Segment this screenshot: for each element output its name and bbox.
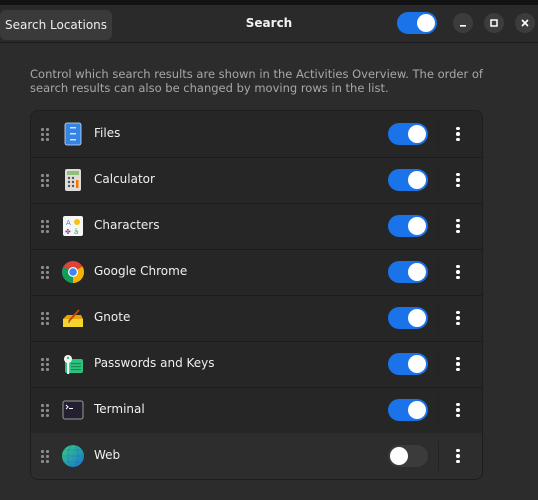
provider-label: Files <box>94 126 121 140</box>
drag-handle-icon[interactable] <box>41 404 51 418</box>
toggle-knob <box>408 355 426 373</box>
drag-handle-icon[interactable] <box>41 358 51 372</box>
vertical-dots-icon <box>456 126 460 142</box>
vertical-dots-icon <box>456 448 460 464</box>
provider-label: Calculator <box>94 172 155 186</box>
svg-text:A: A <box>66 219 71 227</box>
search-master-toggle[interactable] <box>397 12 437 34</box>
drag-handle-icon[interactable] <box>41 266 51 280</box>
drag-handle-icon[interactable] <box>41 450 51 464</box>
more-options-button[interactable] <box>451 446 465 466</box>
minimize-icon <box>460 25 466 27</box>
separator <box>438 211 439 241</box>
provider-toggle[interactable] <box>388 307 428 329</box>
list-item[interactable]: Calculator <box>31 157 482 204</box>
more-options-button[interactable] <box>451 400 465 420</box>
more-options-button[interactable] <box>451 308 465 328</box>
toggle-knob <box>408 263 426 281</box>
drag-handle-icon[interactable] <box>41 174 51 188</box>
passwords-keys-icon <box>61 352 85 376</box>
drag-handle-icon[interactable] <box>41 220 51 234</box>
toggle-knob <box>408 171 426 189</box>
provider-toggle[interactable] <box>388 445 428 467</box>
vertical-dots-icon <box>456 172 460 188</box>
search-providers-list: Files Calculator A ✤ ä Characters Google Chrom… <box>30 110 483 480</box>
provider-label: Terminal <box>94 402 145 416</box>
separator <box>438 257 439 287</box>
files-icon <box>61 122 85 146</box>
list-item[interactable]: Web <box>31 433 482 479</box>
gnote-icon <box>61 306 85 330</box>
vertical-dots-icon <box>456 310 460 326</box>
provider-label: Passwords and Keys <box>94 356 215 370</box>
provider-toggle[interactable] <box>388 123 428 145</box>
separator <box>438 303 439 333</box>
provider-toggle[interactable] <box>388 261 428 283</box>
terminal-icon <box>61 398 85 422</box>
minimize-button[interactable] <box>453 13 473 33</box>
provider-label: Google Chrome <box>94 264 188 278</box>
provider-toggle[interactable] <box>388 399 428 421</box>
close-icon <box>521 19 529 27</box>
vertical-dots-icon <box>456 356 460 372</box>
list-item[interactable]: Google Chrome <box>31 249 482 296</box>
toggle-knob <box>390 447 408 465</box>
vertical-dots-icon <box>456 218 460 234</box>
list-item[interactable]: Files <box>31 111 482 158</box>
provider-label: Web <box>94 448 121 462</box>
more-options-button[interactable] <box>451 262 465 282</box>
separator <box>438 165 439 195</box>
drag-handle-icon[interactable] <box>41 312 51 326</box>
svg-text:ä: ä <box>74 228 78 236</box>
toggle-knob <box>408 217 426 235</box>
toggle-knob <box>408 309 426 327</box>
web-icon <box>61 444 85 468</box>
separator <box>438 349 439 379</box>
toggle-knob <box>408 125 426 143</box>
more-options-button[interactable] <box>451 354 465 374</box>
separator <box>438 395 439 425</box>
more-options-button[interactable] <box>451 170 465 190</box>
more-options-button[interactable] <box>451 124 465 144</box>
list-item[interactable]: Terminal <box>31 387 482 434</box>
list-item[interactable]: A ✤ ä Characters <box>31 203 482 250</box>
provider-toggle[interactable] <box>388 169 428 191</box>
separator <box>438 441 439 471</box>
vertical-dots-icon <box>456 402 460 418</box>
toggle-knob <box>417 14 435 32</box>
provider-toggle[interactable] <box>388 353 428 375</box>
more-options-button[interactable] <box>451 216 465 236</box>
maximize-icon <box>490 19 498 27</box>
drag-handle-icon[interactable] <box>41 128 51 142</box>
header-bar: Search Locations Search <box>0 5 538 43</box>
provider-toggle[interactable] <box>388 215 428 237</box>
chrome-icon <box>61 260 85 284</box>
maximize-button[interactable] <box>484 13 504 33</box>
close-button[interactable] <box>515 13 535 33</box>
provider-label: Gnote <box>94 310 131 324</box>
provider-label: Characters <box>94 218 160 232</box>
list-item[interactable]: Gnote <box>31 295 482 342</box>
search-locations-button[interactable]: Search Locations <box>0 10 112 40</box>
separator <box>438 119 439 149</box>
list-item[interactable]: Passwords and Keys <box>31 341 482 388</box>
characters-icon: A ✤ ä <box>61 214 85 238</box>
svg-text:✤: ✤ <box>65 228 71 236</box>
calculator-icon <box>61 168 85 192</box>
description-text: Control which search results are shown i… <box>30 67 483 95</box>
toggle-knob <box>408 401 426 419</box>
vertical-dots-icon <box>456 264 460 280</box>
